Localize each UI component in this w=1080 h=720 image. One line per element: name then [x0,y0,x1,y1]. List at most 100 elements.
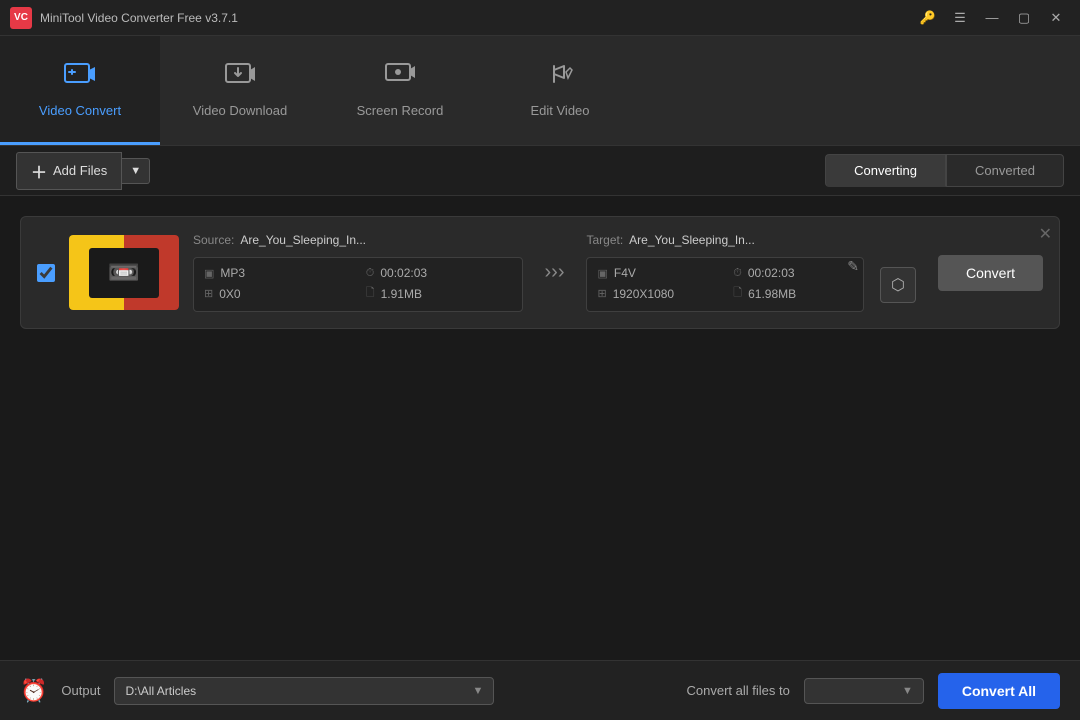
folder-icon: ⬡ [891,275,905,295]
file-checkbox[interactable] [37,264,55,282]
format-icon-target: ▣ [597,267,607,280]
nav-label-video-download: Video Download [193,103,287,118]
resolution-icon-source: ⊞ [204,287,213,300]
nav-item-video-convert[interactable]: Video Convert [0,36,160,145]
target-resolution-item: ⊞ 1920X1080 [597,284,717,303]
source-size-item: 🗋 1.91MB [366,284,512,303]
target-size: 61.98MB [748,287,796,301]
cassette-icon: 📼 [108,257,140,288]
tab-converting[interactable]: Converting [825,154,946,187]
target-duration-item: ⏱ 00:02:03 [733,266,853,280]
target-section: Target: Are_You_Sleeping_In... ▣ F4V ⏱ 0… [586,233,916,312]
minimize-button[interactable]: — [978,8,1006,28]
menu-button[interactable]: ☰ [946,8,974,28]
format-icon: ▣ [204,267,214,280]
file-thumbnail: 📼 [69,235,179,310]
source-duration: 00:02:03 [380,266,427,280]
clock-icon-target: ⏱ [733,267,742,280]
source-format-item: ▣ MP3 [204,266,350,280]
target-name-row: Target: Are_You_Sleeping_In... [586,233,916,247]
target-edit-btn[interactable]: ✎ [845,256,861,277]
nav-item-video-download[interactable]: Video Download [160,36,320,145]
target-folder-btn[interactable]: ⬡ [880,267,916,303]
output-label: Output [61,683,100,698]
nav-bar: Video Convert Video Download Screen Reco… [0,36,1080,146]
add-files-label: Add Files [53,163,107,178]
screen-record-icon [384,60,416,95]
clock-icon-bottom: ⏰ [20,678,47,704]
video-convert-icon [64,60,96,95]
resolution-icon-target: ⊞ [597,287,606,300]
target-format-item: ▣ F4V [597,266,717,280]
convert-label: Convert [966,265,1015,281]
add-files-dropdown-btn[interactable]: ▼ [122,158,150,184]
source-label: Source: [193,233,234,247]
convert-arrows: ››› [537,261,573,284]
source-info: Source: Are_You_Sleeping_In... ▣ MP3 ⏱ 0… [193,233,523,312]
convert-all-files-label: Convert all files to [687,683,790,698]
source-resolution-item: ⊞ 0X0 [204,284,350,303]
app-title: MiniTool Video Converter Free v3.7.1 [40,11,914,25]
convert-all-label-text: Convert All [962,683,1036,699]
convert-button[interactable]: Convert [938,255,1043,291]
target-duration: 00:02:03 [748,266,795,280]
nav-item-edit-video[interactable]: Edit Video [480,36,640,145]
nav-item-screen-record[interactable]: Screen Record [320,36,480,145]
plus-icon: ＋ [31,159,47,183]
source-resolution: 0X0 [219,287,240,301]
logo-text: VC [14,12,28,23]
target-format: F4V [614,266,636,280]
converted-tab-label: Converted [975,163,1035,178]
main-content: 📼 Source: Are_You_Sleeping_In... ▣ MP3 ⏱ [0,196,1080,660]
edit-video-icon [544,60,576,95]
source-duration-item: ⏱ 00:02:03 [366,266,512,280]
target-size-item: 🗋 61.98MB [733,284,853,303]
close-icon: ✕ [1051,10,1062,26]
convert-all-button[interactable]: Convert All [938,673,1060,709]
title-bar-controls: 🔑 ☰ — ▢ ✕ [914,8,1070,28]
source-name-row: Source: Are_You_Sleeping_In... [193,233,523,247]
convert-all-dropdown-arrow: ▼ [902,685,913,697]
target-resolution: 1920X1080 [613,287,674,301]
converting-tab-label: Converting [854,163,917,178]
menu-icon: ☰ [954,10,966,26]
maximize-icon: ▢ [1018,10,1030,26]
add-files-btn: ＋ Add Files ▼ [16,152,150,190]
convert-all-format-selector[interactable]: ▼ [804,678,924,704]
size-icon-source: 🗋 [366,284,375,303]
nav-label-edit-video: Edit Video [530,103,589,118]
arrow-icon: ››› [545,261,565,284]
target-row: ▣ F4V ⏱ 00:02:03 ⊞ 1920X1080 🗋 [586,257,916,312]
close-button[interactable]: ✕ [1042,8,1070,28]
tabs: Converting Converted [825,154,1064,187]
target-filename: Are_You_Sleeping_In... [629,233,755,247]
key-button[interactable]: 🔑 [914,8,942,28]
nav-label-screen-record: Screen Record [357,103,444,118]
source-filename: Are_You_Sleeping_In... [240,233,366,247]
card-delete-btn[interactable]: ✕ [1039,224,1052,244]
output-path-selector[interactable]: D:\All Articles ▼ [114,677,494,705]
thumb-overlay: 📼 [89,248,159,298]
nav-label-video-convert: Video Convert [39,103,121,118]
title-bar: VC MiniTool Video Converter Free v3.7.1 … [0,0,1080,36]
clock-icon-source: ⏱ [366,267,375,280]
output-dropdown-arrow: ▼ [473,685,484,697]
target-info-grid: ▣ F4V ⏱ 00:02:03 ⊞ 1920X1080 🗋 [586,257,864,312]
video-download-icon [224,60,256,95]
output-path-value: D:\All Articles [125,684,196,698]
toolbar: ＋ Add Files ▼ Converting Converted [0,146,1080,196]
key-icon: 🔑 [920,10,936,26]
source-format: MP3 [220,266,245,280]
minimize-icon: — [986,10,999,25]
size-icon-target: 🗋 [733,284,742,303]
file-card-wrapper: 📼 Source: Are_You_Sleeping_In... ▣ MP3 ⏱ [20,216,1060,329]
chevron-down-icon: ▼ [130,165,141,177]
source-info-grid: ▣ MP3 ⏱ 00:02:03 ⊞ 0X0 🗋 1.91MB [193,257,523,312]
tab-converted[interactable]: Converted [946,154,1064,187]
bottom-bar: ⏰ Output D:\All Articles ▼ Convert all f… [0,660,1080,720]
file-card: 📼 Source: Are_You_Sleeping_In... ▣ MP3 ⏱ [20,216,1060,329]
add-files-main-btn[interactable]: ＋ Add Files [16,152,122,190]
maximize-button[interactable]: ▢ [1010,8,1038,28]
source-size: 1.91MB [381,287,422,301]
edit-icon: ✎ [847,258,859,274]
